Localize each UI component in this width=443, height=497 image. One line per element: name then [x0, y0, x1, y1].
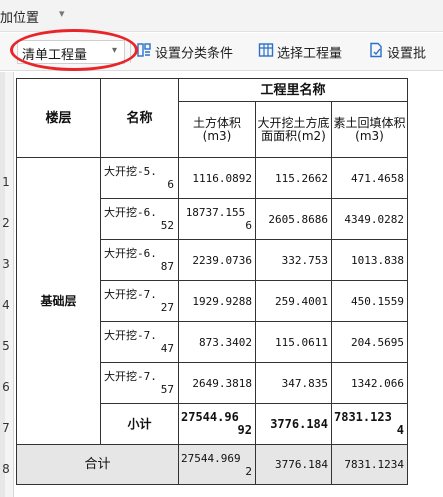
value-line-1: 18737.155: [185, 206, 246, 219]
name-cell: 大开挖-7. 57: [100, 362, 179, 404]
quantity-table: 楼层 名称 工程里名称 土方体积(m3) 大开挖土方底面面积(m2) 素土回填体…: [16, 78, 408, 485]
value-cell: 115.2662: [255, 157, 332, 199]
value-cell: 332.753: [255, 239, 332, 281]
name-line-1: 大开挖-7.: [104, 288, 157, 301]
name-line-2: 57: [160, 383, 174, 396]
subtotal-value: 7831.123 4: [331, 403, 408, 445]
set-category-conditions-button[interactable]: 设置分类条件: [136, 42, 233, 64]
value-line-1: 27544.96: [181, 410, 239, 424]
value-line-1: 7831.123: [334, 410, 392, 424]
value-cell: 450.1559: [331, 280, 408, 322]
name-line-1: 大开挖-7.: [104, 329, 157, 342]
category-settings-icon: [136, 42, 152, 62]
total-label: 合计: [16, 444, 179, 485]
header-floor: 楼层: [16, 78, 101, 158]
chevron-down-icon[interactable]: ▾: [59, 7, 65, 20]
toolbar-divider: [130, 43, 131, 63]
header-backfill-volume: 素土回填体积(m3): [331, 101, 408, 158]
row-number: 5: [2, 339, 10, 353]
position-menu-label[interactable]: 加位置: [0, 7, 39, 26]
value-cell: 259.4001: [255, 280, 332, 322]
batch-settings-label: 设置批: [387, 46, 427, 62]
value-cell: 1929.9288: [178, 280, 256, 322]
value-line-2: 4: [396, 423, 404, 437]
select-quantity-label: 选择工程量: [277, 46, 343, 62]
name-cell: 大开挖-7. 47: [100, 321, 179, 363]
value-cell: 1013.838: [331, 239, 408, 281]
name-line-2: 27: [160, 301, 174, 314]
name-cell: 大开挖-6. 87: [100, 239, 179, 281]
value-line-1: 27544.969: [181, 451, 241, 465]
row-number: 6: [2, 380, 10, 394]
value-cell: 204.5695: [331, 321, 408, 363]
value-cell: 115.0611: [255, 321, 332, 363]
floor-cell: 基础层: [16, 157, 101, 445]
name-cell: 大开挖-5. 6: [100, 157, 179, 199]
top-bar: 加位置 ▾: [0, 0, 443, 32]
batch-settings-button[interactable]: 设置批: [368, 42, 426, 64]
value-cell: 2605.8686: [255, 198, 332, 240]
subtotal-label: 小计: [100, 403, 179, 445]
header-excavation-bottom-area: 大开挖土方底面面积(m2): [255, 101, 332, 158]
value-cell: 471.4658: [331, 157, 408, 199]
quantity-type-value: 清单工程量: [22, 48, 88, 63]
batch-settings-icon: [368, 42, 384, 62]
name-line-1: 大开挖-5.: [104, 165, 157, 178]
value-cell: 1116.0892: [178, 157, 256, 199]
row-number: 7: [2, 421, 10, 435]
name-line-2: 6: [167, 178, 174, 191]
name-line-2: 47: [160, 342, 174, 355]
name-cell: 大开挖-6. 52: [100, 198, 179, 240]
total-row[interactable]: 合计 27544.969 2 3776.184 7831.1234: [16, 444, 408, 485]
value-cell: 4349.0282: [331, 198, 408, 240]
select-quantity-icon: [258, 42, 274, 62]
value-cell: 347.835: [255, 362, 332, 404]
row-number: 3: [2, 257, 10, 271]
name-line-1: 大开挖-6.: [104, 206, 157, 219]
toolbar: 清单工程量 ▾ 设置分类条件 选择工程量 设置批: [0, 33, 443, 71]
row-number: 1: [2, 175, 10, 189]
name-cell: 大开挖-7. 27: [100, 280, 179, 322]
total-value: 27544.969 2: [178, 444, 256, 485]
name-line-1: 大开挖-7.: [104, 370, 157, 383]
value-cell: 2239.0736: [178, 239, 256, 281]
set-category-conditions-label: 设置分类条件: [155, 46, 234, 62]
quantity-type-select[interactable]: 清单工程量 ▾: [17, 40, 125, 64]
chevron-down-icon[interactable]: ▾: [112, 45, 117, 56]
value-line-2: 2: [245, 464, 252, 478]
total-value: 3776.184: [255, 444, 332, 485]
value-cell: 18737.155 6: [178, 198, 256, 240]
row-number: 8: [2, 462, 10, 476]
value-cell: 873.3402: [178, 321, 256, 363]
name-line-1: 大开挖-6.: [104, 247, 157, 260]
value-line-2: 6: [245, 219, 252, 232]
subtotal-value: 3776.184: [255, 403, 332, 445]
header-name: 名称: [100, 78, 179, 158]
value-cell: 1342.066: [331, 362, 408, 404]
value-cell: 2649.3818: [178, 362, 256, 404]
name-line-2: 52: [160, 219, 174, 232]
name-line-2: 87: [160, 260, 174, 273]
row-number: 4: [2, 298, 10, 312]
header-quantity-group: 工程里名称: [178, 78, 408, 102]
select-quantity-button[interactable]: 选择工程量: [258, 42, 342, 64]
table-row[interactable]: 基础层 大开挖-5. 6 1116.0892 115.2662 471.4658: [16, 157, 408, 445]
header-earthwork-volume: 土方体积(m3): [178, 101, 256, 158]
value-line-2: 92: [237, 423, 252, 437]
subtotal-value: 27544.96 92: [178, 403, 256, 445]
row-number: 2: [2, 216, 10, 230]
total-value: 7831.1234: [331, 444, 408, 485]
